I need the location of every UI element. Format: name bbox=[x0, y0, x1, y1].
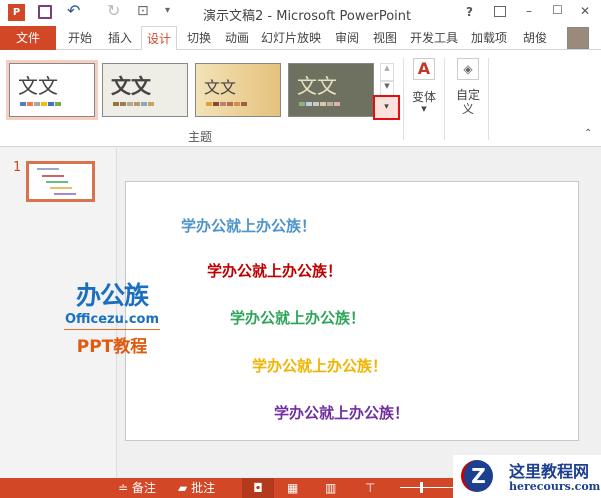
chevron-down-icon: ▼ bbox=[421, 105, 427, 113]
user-avatar[interactable] bbox=[567, 27, 589, 49]
user-name[interactable]: 胡俊 bbox=[518, 26, 552, 50]
variants-button[interactable]: A 变体 ▼ bbox=[408, 56, 440, 124]
tab-home[interactable]: 开始 bbox=[62, 26, 98, 50]
format-background-icon: ◈ bbox=[457, 58, 479, 80]
start-slideshow-icon[interactable]: ⊡ bbox=[137, 3, 149, 19]
save-icon[interactable] bbox=[38, 5, 52, 19]
watermark: Z 这里教程网 herecours.com bbox=[453, 455, 601, 498]
tab-animations[interactable]: 动画 bbox=[219, 26, 255, 50]
slide-thumbnail-1[interactable] bbox=[26, 161, 95, 202]
theme-office[interactable]: 文文 bbox=[9, 63, 95, 117]
officezu-logo: 办公族 Officezu.com PPT教程 bbox=[64, 281, 160, 357]
help-button[interactable]: ? bbox=[466, 5, 473, 19]
minimize-button[interactable]: – bbox=[526, 4, 532, 18]
customize-qat-icon[interactable]: ▾ bbox=[165, 5, 170, 16]
gallery-more-button[interactable]: ▾ bbox=[373, 95, 400, 120]
window-title: 演示文稿2 - Microsoft PowerPoint bbox=[203, 9, 412, 24]
zoom-slider[interactable] bbox=[400, 487, 455, 488]
tab-developer[interactable]: 开发工具 bbox=[406, 26, 462, 50]
slide-number: 1 bbox=[13, 160, 22, 175]
theme-3[interactable]: 文文 bbox=[195, 63, 281, 117]
variants-label: 变体 bbox=[411, 90, 436, 104]
tab-insert[interactable]: 插入 bbox=[102, 26, 138, 50]
tab-slideshow[interactable]: 幻灯片放映 bbox=[258, 26, 324, 50]
powerpoint-icon: P bbox=[8, 4, 25, 21]
undo-icon[interactable]: ↶ bbox=[67, 1, 80, 20]
theme-4[interactable]: 文文 bbox=[288, 63, 374, 117]
tab-review[interactable]: 审阅 bbox=[330, 26, 364, 50]
tab-file[interactable]: 文件 bbox=[0, 26, 56, 50]
zoom-slider-thumb[interactable] bbox=[420, 482, 423, 493]
watermark-logo-icon: Z bbox=[461, 460, 493, 492]
gallery-scroll-up[interactable]: ▲ bbox=[380, 63, 394, 81]
text-line-4[interactable]: 学办公就上办公族！ bbox=[252, 355, 387, 376]
slide-sorter-button[interactable]: ▦ bbox=[287, 478, 298, 498]
close-button[interactable]: ✕ bbox=[580, 4, 590, 18]
collapse-ribbon-icon[interactable]: ⌃ bbox=[584, 128, 592, 139]
text-line-3[interactable]: 学办公就上办公族！ bbox=[230, 307, 365, 328]
variants-icon: A bbox=[413, 58, 435, 80]
theme-2[interactable]: 文文 bbox=[102, 63, 188, 117]
ribbon-display-options-icon[interactable] bbox=[494, 6, 506, 17]
slide-canvas[interactable]: 学办公就上办公族！ 学办公就上办公族！ 学办公就上办公族！ 学办公就上办公族！ … bbox=[125, 181, 579, 441]
redo-icon[interactable]: ↻ bbox=[107, 1, 120, 20]
text-line-2[interactable]: 学办公就上办公族！ bbox=[207, 260, 342, 281]
customize-label: 自定义 bbox=[455, 88, 480, 116]
comments-button[interactable]: ▰ 批注 bbox=[178, 478, 215, 498]
title-bar: P ↶ ↻ ⊡ ▾ 演示文稿2 - Microsoft PowerPoint ?… bbox=[0, 0, 601, 26]
normal-view-button[interactable]: ◘ bbox=[242, 478, 274, 498]
tab-transitions[interactable]: 切换 bbox=[181, 26, 217, 50]
tab-addins[interactable]: 加载项 bbox=[466, 26, 512, 50]
ribbon-tabs: 文件 开始 插入 设计 切换 动画 幻灯片放映 审阅 视图 开发工具 加载项 胡… bbox=[0, 26, 601, 51]
customize-button[interactable]: ◈ 自定义 bbox=[450, 56, 486, 124]
notes-button[interactable]: ≐ 备注 bbox=[118, 478, 156, 498]
ribbon: 文文 文文 文文 文文 ▲ ▼ ▾ 主题 A 变体 ▼ ◈ 自定义 ⌃ bbox=[0, 50, 601, 147]
notes-icon: ≐ bbox=[118, 481, 129, 495]
tab-design[interactable]: 设计 bbox=[141, 26, 177, 51]
text-line-1[interactable]: 学办公就上办公族！ bbox=[181, 215, 316, 236]
text-line-5[interactable]: 学办公就上办公族！ bbox=[274, 402, 409, 423]
reading-view-button[interactable]: ▥ bbox=[325, 478, 336, 498]
maximize-button[interactable]: ☐ bbox=[552, 3, 563, 17]
slideshow-button[interactable]: ⊤ bbox=[365, 478, 375, 498]
comment-icon: ▰ bbox=[178, 481, 188, 495]
tab-view[interactable]: 视图 bbox=[369, 26, 401, 50]
themes-group-label: 主题 bbox=[188, 130, 213, 144]
